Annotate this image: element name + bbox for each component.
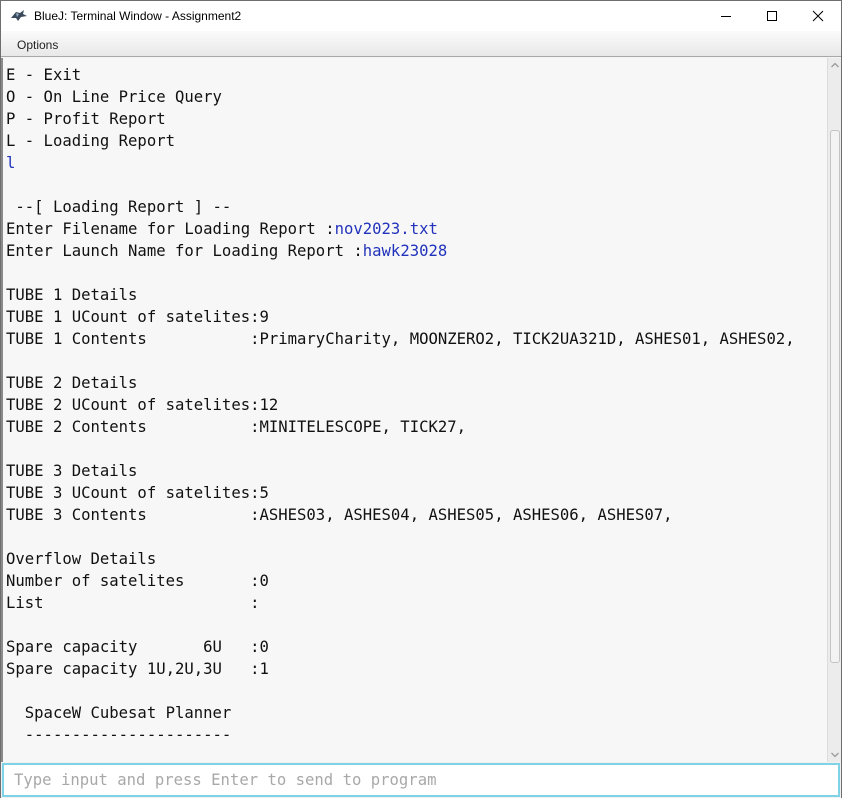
terminal-line: TUBE 2 Details	[6, 372, 795, 394]
user-input-echo: l	[6, 154, 16, 172]
terminal-line: TUBE 2 Contents :MINITELESCOPE, TICK27,	[6, 416, 795, 438]
terminal-line: --[ Loading Report ] --	[6, 196, 795, 218]
terminal-output-text: List :	[6, 594, 260, 612]
terminal-line: TUBE 2 UCount of satelites:12	[6, 394, 795, 416]
maximize-icon	[766, 10, 778, 22]
terminal-line: TUBE 3 Contents :ASHES03, ASHES04, ASHES…	[6, 504, 795, 526]
terminal-line: L - Loading Report	[6, 130, 795, 152]
terminal-output-text: L - Loading Report	[6, 132, 175, 150]
terminal-line: Enter Launch Name for Loading Report :ha…	[6, 240, 795, 262]
terminal-output-text: --[ Loading Report ] --	[6, 198, 232, 216]
terminal-output-text: TUBE 1 UCount of satelites:9	[6, 308, 269, 326]
terminal-output-text: Enter Filename for Loading Report :	[6, 220, 335, 238]
maximize-button[interactable]	[749, 1, 795, 31]
terminal-line: SpaceW Cubesat Planner	[6, 702, 795, 724]
terminal-output-text: TUBE 2 UCount of satelites:12	[6, 396, 279, 414]
terminal-line: l	[6, 152, 795, 174]
terminal-output-text: Overflow Details	[6, 550, 157, 568]
input-area	[1, 762, 841, 798]
user-input-echo: hawk23028	[362, 242, 448, 260]
terminal-output-text: ----------------------	[6, 726, 232, 744]
menu-bar: Options	[1, 31, 841, 57]
close-icon	[812, 10, 824, 22]
terminal-line: TUBE 1 UCount of satelites:9	[6, 306, 795, 328]
terminal-output-text: TUBE 2 Contents :MINITELESCOPE, TICK27,	[6, 418, 467, 436]
user-input-echo: nov2023.txt	[334, 220, 438, 238]
terminal-output-text: TUBE 1 Contents :PrimaryCharity, MOONZER…	[6, 330, 795, 348]
bluej-bird-icon	[10, 8, 28, 24]
terminal-line: E - Exit	[6, 64, 795, 86]
scroll-down-button[interactable]	[828, 748, 842, 762]
terminal-line: Spare capacity 6U :0	[6, 636, 795, 658]
scrollbar-thumb[interactable]	[830, 130, 840, 663]
terminal-output-text: Spare capacity 6U :0	[6, 638, 269, 656]
terminal-output-text: Number of satelites :0	[6, 572, 269, 590]
window-title: BlueJ: Terminal Window - Assignment2	[34, 9, 242, 23]
terminal-output-text: TUBE 2 Details	[6, 374, 138, 392]
terminal-output-text: TUBE 3 UCount of satelites:5	[6, 484, 269, 502]
minimize-button[interactable]	[703, 1, 749, 31]
menu-options[interactable]: Options	[17, 38, 58, 52]
terminal-text: E - Exit O - On Line Price Query P - Profi…	[6, 64, 795, 746]
terminal-line: Overflow Details	[6, 548, 795, 570]
terminal-line: TUBE 3 Details	[6, 460, 795, 482]
terminal-output-text: E - Exit	[6, 66, 82, 84]
terminal-line: O - On Line Price Query	[6, 86, 795, 108]
program-input-field[interactable]	[2, 763, 840, 797]
terminal-line: TUBE 1 Contents :PrimaryCharity, MOONZER…	[6, 328, 795, 350]
scroll-up-button[interactable]	[828, 58, 842, 72]
terminal-output-text: TUBE 3 Details	[6, 462, 138, 480]
terminal-window: BlueJ: Terminal Window - Assignment2 Opt…	[0, 0, 842, 798]
terminal-line: List :	[6, 592, 795, 614]
chevron-up-icon	[830, 56, 840, 74]
terminal-output-text: Enter Launch Name for Loading Report :	[6, 242, 363, 260]
terminal-line: TUBE 1 Details	[6, 284, 795, 306]
terminal-line: Number of satelites :0	[6, 570, 795, 592]
terminal-output-text: P - Profit Report	[6, 110, 166, 128]
minimize-icon	[720, 10, 732, 22]
terminal-output[interactable]: E - Exit O - On Line Price Query P - Profi…	[1, 58, 827, 762]
terminal-output-text: SpaceW Cubesat Planner	[6, 704, 232, 722]
terminal-line: ----------------------	[6, 724, 795, 746]
terminal-output-text: TUBE 1 Details	[6, 286, 138, 304]
terminal-output-text: Spare capacity 1U,2U,3U :1	[6, 660, 269, 678]
terminal-line: Spare capacity 1U,2U,3U :1	[6, 658, 795, 680]
vertical-scrollbar[interactable]	[827, 58, 841, 762]
window-controls	[703, 1, 841, 31]
terminal-line: Enter Filename for Loading Report :nov20…	[6, 218, 795, 240]
title-bar[interactable]: BlueJ: Terminal Window - Assignment2	[1, 1, 841, 31]
close-button[interactable]	[795, 1, 841, 31]
terminal-output-text: O - On Line Price Query	[6, 88, 222, 106]
terminal-line: P - Profit Report	[6, 108, 795, 130]
terminal-output-text: TUBE 3 Contents :ASHES03, ASHES04, ASHES…	[6, 506, 673, 524]
terminal-line: TUBE 3 UCount of satelites:5	[6, 482, 795, 504]
